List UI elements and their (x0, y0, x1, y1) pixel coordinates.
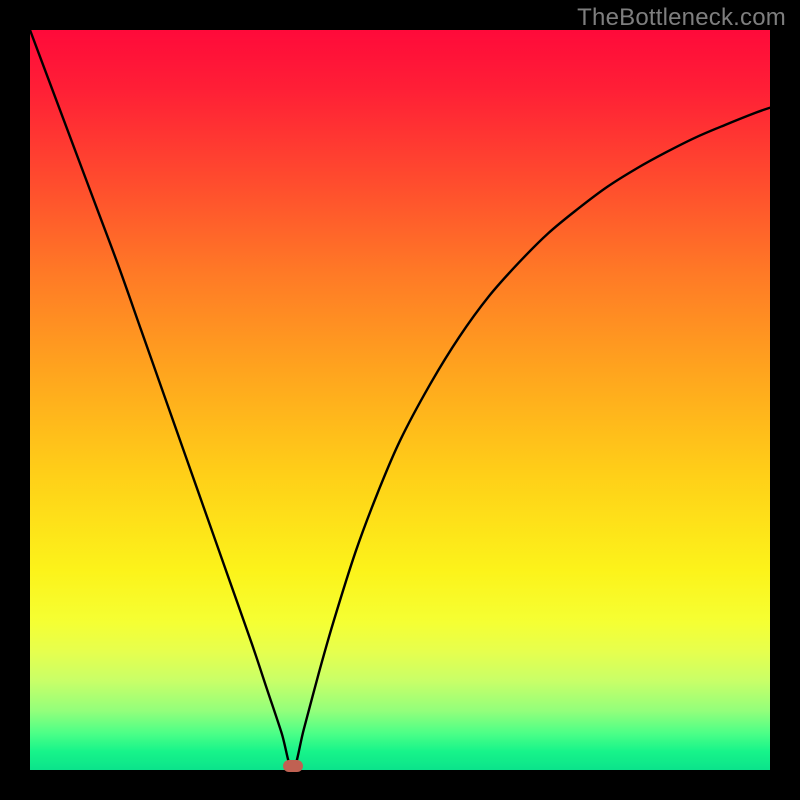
chart-frame: TheBottleneck.com (0, 0, 800, 800)
plot-area (30, 30, 770, 770)
curve-svg (30, 30, 770, 770)
watermark-text: TheBottleneck.com (577, 4, 786, 32)
bottleneck-curve (30, 30, 770, 770)
minimum-marker (283, 760, 303, 772)
